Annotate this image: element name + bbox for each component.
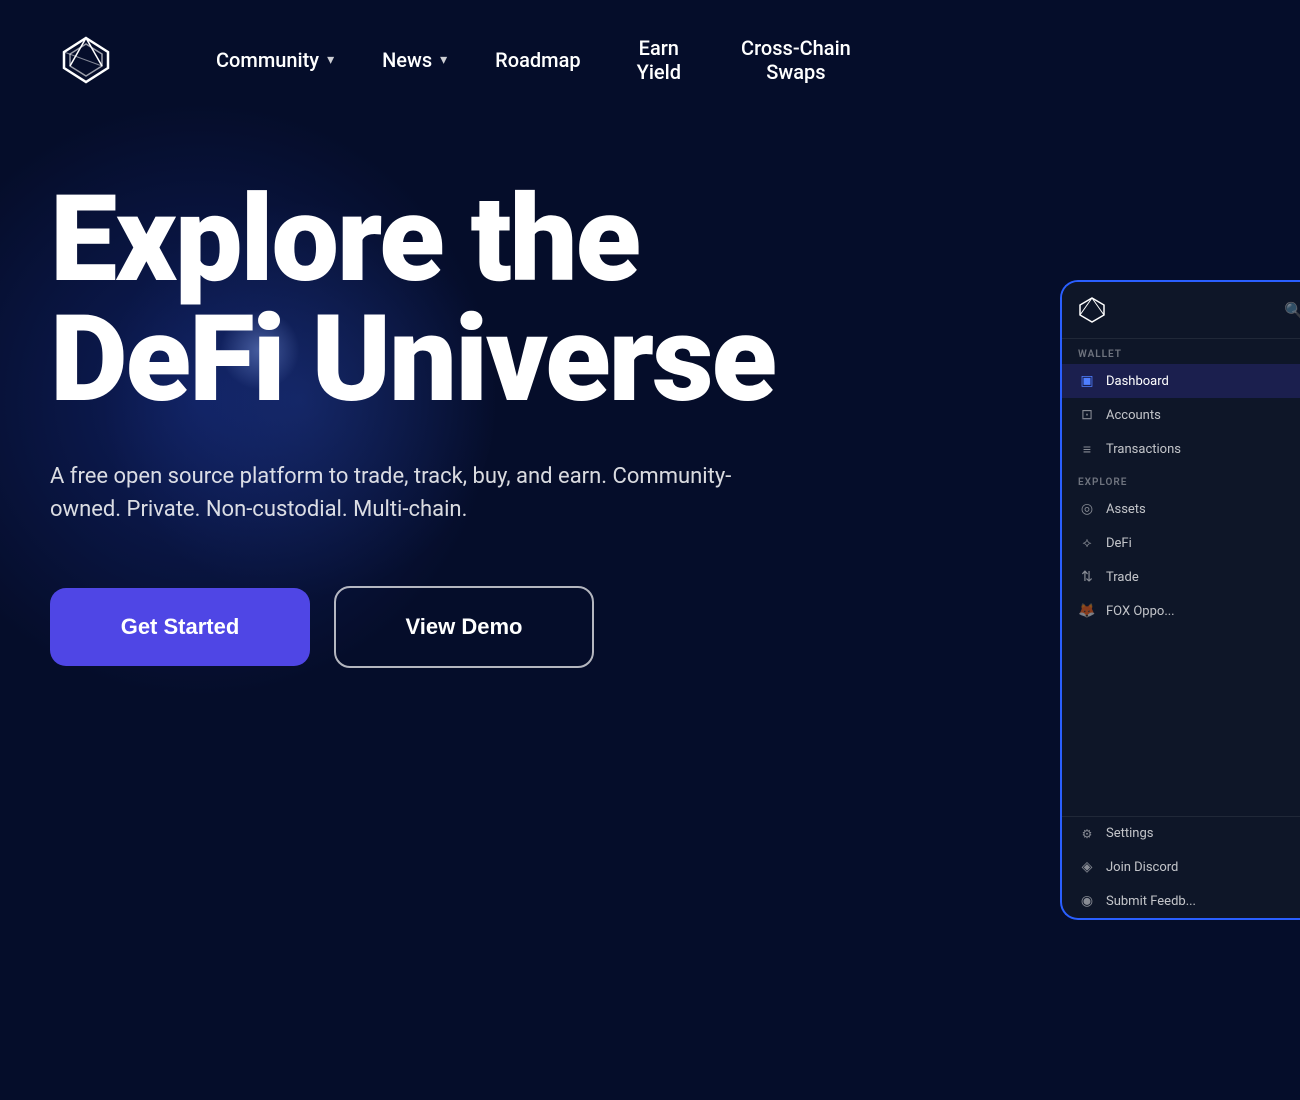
get-started-button[interactable]: Get Started [50, 588, 310, 666]
app-menu-trade[interactable]: ⇅ Trade [1062, 560, 1300, 594]
settings-icon: ⚙ [1078, 827, 1096, 841]
trade-icon: ⇅ [1078, 569, 1096, 585]
main-nav: Community ▾ News ▾ Roadmap EarnYield Cro… [192, 28, 1240, 92]
nav-cross-chain-swaps[interactable]: Cross-ChainSwaps [713, 28, 879, 92]
app-menu-accounts[interactable]: ⊡ Accounts [1062, 398, 1300, 432]
news-chevron-icon: ▾ [440, 52, 447, 68]
view-demo-button[interactable]: View Demo [334, 586, 594, 668]
app-menu-transactions[interactable]: ≡ Transactions [1062, 432, 1300, 467]
defi-icon: ⟡ [1078, 535, 1096, 551]
app-menu-submit-feedback[interactable]: ◉ Submit Feedb... [1062, 884, 1300, 918]
discord-icon: ◈ [1078, 859, 1096, 875]
logo[interactable] [60, 34, 112, 86]
wallet-section-label: WALLET [1062, 339, 1300, 364]
community-chevron-icon: ▾ [327, 52, 334, 68]
header: Community ▾ News ▾ Roadmap EarnYield Cro… [0, 0, 1300, 120]
explore-section-label: EXPLORE [1062, 467, 1300, 492]
app-search-icon[interactable]: 🔍 [1284, 301, 1300, 320]
accounts-icon: ⊡ [1078, 407, 1096, 423]
app-menu-settings[interactable]: ⚙ Settings [1062, 817, 1300, 850]
app-menu-defi[interactable]: ⟡ DeFi [1062, 526, 1300, 560]
feedback-icon: ◉ [1078, 893, 1096, 909]
nav-news[interactable]: News ▾ [358, 40, 471, 80]
nav-earn-yield[interactable]: EarnYield [605, 28, 713, 92]
app-menu-join-discord[interactable]: ◈ Join Discord [1062, 850, 1300, 884]
app-menu-fox-oppo[interactable]: 🦊 FOX Oppo... [1062, 594, 1300, 628]
assets-icon: ◎ [1078, 501, 1096, 517]
app-preview-panel: 🔍 WALLET ▣ Dashboard ⊡ Accounts ≡ Transa… [1060, 280, 1300, 920]
nav-community[interactable]: Community ▾ [192, 40, 358, 80]
hero-subtitle: A free open source platform to trade, tr… [50, 460, 770, 526]
hero-title: Explore the DeFi Universe [50, 180, 950, 420]
app-menu-assets[interactable]: ◎ Assets [1062, 492, 1300, 526]
nav-roadmap[interactable]: Roadmap [471, 40, 604, 80]
transactions-icon: ≡ [1078, 441, 1096, 458]
app-preview-header: 🔍 [1062, 282, 1300, 339]
app-menu-dashboard[interactable]: ▣ Dashboard [1062, 364, 1300, 398]
dashboard-icon: ▣ [1078, 373, 1096, 389]
app-logo-icon [1078, 296, 1106, 324]
fox-icon: 🦊 [1078, 603, 1096, 619]
app-preview-bottom-menu: ⚙ Settings ◈ Join Discord ◉ Submit Feedb… [1062, 816, 1300, 918]
